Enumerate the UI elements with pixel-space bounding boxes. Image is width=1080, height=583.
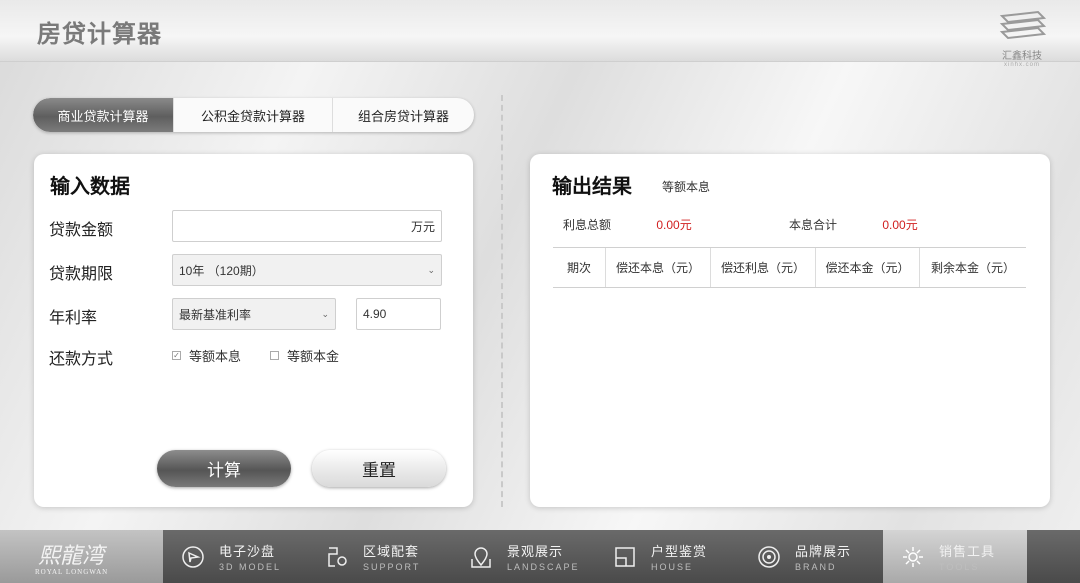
project-logo: 熙龍湾 ROYAL LONGWAN <box>0 530 163 583</box>
calculator-tabs: 商业贷款计算器 公积金贷款计算器 组合房贷计算器 <box>33 98 474 132</box>
rate-value: 4.90 <box>363 307 387 321</box>
nav-sublabel: BRAND <box>795 562 837 572</box>
total-sum: 本息合计 0.00元 <box>789 216 918 233</box>
nav-landscape[interactable]: 景观展示 LANDSCAPE <box>451 530 595 583</box>
reset-button[interactable]: 重置 <box>312 450 446 487</box>
rate-type-select[interactable]: 最新基准利率 ⌄ <box>172 298 336 330</box>
total-interest-label: 利息总额 <box>563 218 612 232</box>
total-sum-label: 本息合计 <box>789 218 838 232</box>
nav-sublabel: 3D MODEL <box>219 562 282 572</box>
logo-en: ROYAL LONGWAN <box>35 568 109 576</box>
map-pin-icon <box>471 546 491 568</box>
nav-house[interactable]: 户型鉴赏 HOUSE <box>595 530 739 583</box>
nav-label: 销售工具 <box>939 544 996 559</box>
brand-name: 汇鑫科技 <box>1002 51 1042 62</box>
nav-sublabel: TOOLS <box>939 562 980 572</box>
floorplan-icon <box>615 546 635 567</box>
nav-label: 电子沙盘 <box>219 544 276 559</box>
play-icon <box>182 545 204 568</box>
nav-label: 区域配套 <box>363 544 420 559</box>
loan-term-selected: 10年 （120期） <box>179 263 264 278</box>
total-interest: 利息总额 0.00元 <box>563 216 692 233</box>
nav-sublabel: LANDSCAPE <box>507 562 580 572</box>
nav-support[interactable]: 区域配套 SUPPORT <box>307 530 451 583</box>
output-panel-title: 输出结果 <box>552 176 632 198</box>
tab-commercial-loan[interactable]: 商业贷款计算器 <box>33 98 174 132</box>
output-method: 等额本息 <box>662 180 711 194</box>
brand-logo-icon <box>999 10 1047 40</box>
nav-brand[interactable]: 品牌展示 BRAND <box>739 530 883 583</box>
calculate-button[interactable]: 计算 <box>157 450 291 487</box>
schedule-table-header: 期次 偿还本息（元） 偿还利息（元） 偿还本金（元） 剩余本金（元） <box>553 247 1026 288</box>
repay-option-equal-principal[interactable]: 等额本金 <box>270 346 339 365</box>
total-interest-value: 0.00元 <box>656 218 692 232</box>
table-header-payment: 偿还本息（元） <box>606 248 711 287</box>
input-panel: 输入数据 贷款金额 万元 贷款期限 10年 （120期） ⌄ 年利率 最新基准利… <box>34 154 473 507</box>
nav-3d-model[interactable]: 电子沙盘 3D MODEL <box>163 530 307 583</box>
rate-label: 年利率 <box>49 310 98 327</box>
nav-tools[interactable]: 销售工具 TOOLS <box>883 530 1027 583</box>
broadcast-icon <box>758 545 780 568</box>
table-header-principal: 偿还本金（元） <box>816 248 920 287</box>
panel-divider <box>501 95 503 507</box>
output-panel: 输出结果 等额本息 利息总额 0.00元 本息合计 0.00元 期次 偿还本息（… <box>530 154 1050 507</box>
tab-provident-fund-loan[interactable]: 公积金贷款计算器 <box>174 98 333 132</box>
nav-sublabel: HOUSE <box>651 562 694 572</box>
repay-option-label: 等额本息 <box>189 349 242 364</box>
tab-combined-loan[interactable]: 组合房贷计算器 <box>333 98 474 132</box>
table-header-remaining: 剩余本金（元） <box>930 261 1015 275</box>
brand-mark: 汇鑫科技 xinhx.com <box>994 10 1050 68</box>
bottom-nav: 熙龍湾 ROYAL LONGWAN 电子沙盘 3D MODEL 区域配套 SUPPO… <box>0 530 1080 583</box>
location-route-icon <box>328 546 347 567</box>
loan-amount-input[interactable]: 万元 <box>172 210 442 242</box>
repay-option-equal-installment[interactable]: ✓ 等额本息 <box>172 346 241 365</box>
repay-method-label: 还款方式 <box>49 351 114 368</box>
total-sum-value: 0.00元 <box>882 218 918 232</box>
checkbox-checked-icon: ✓ <box>172 351 181 360</box>
input-panel-title: 输入数据 <box>50 176 130 198</box>
loan-amount-unit: 万元 <box>410 219 435 234</box>
loan-term-select[interactable]: 10年 （120期） ⌄ <box>172 254 442 286</box>
checkbox-icon <box>270 351 279 360</box>
app-title: 房贷计算器 <box>37 21 162 48</box>
chevron-down-icon: ⌄ <box>427 264 435 275</box>
logo-cn: 熙龍湾 <box>38 544 105 569</box>
repay-option-label: 等额本金 <box>287 349 340 364</box>
chevron-down-icon: ⌄ <box>321 308 329 319</box>
nav-sublabel: SUPPORT <box>363 562 421 572</box>
nav-label: 品牌展示 <box>795 544 852 559</box>
nav-label: 景观展示 <box>507 544 564 559</box>
nav-label: 户型鉴赏 <box>651 544 708 559</box>
rate-type-selected: 最新基准利率 <box>179 307 252 322</box>
brand-domain: xinhx.com <box>1003 62 1040 68</box>
loan-term-label: 贷款期限 <box>49 266 114 283</box>
loan-amount-label: 贷款金额 <box>49 222 114 239</box>
gear-icon <box>903 546 923 567</box>
table-header-period: 期次 <box>553 248 606 287</box>
table-header-interest: 偿还利息（元） <box>711 248 816 287</box>
rate-value-input[interactable]: 4.90 <box>356 298 441 330</box>
app-header: 房贷计算器 汇鑫科技 xinhx.com <box>0 0 1080 68</box>
